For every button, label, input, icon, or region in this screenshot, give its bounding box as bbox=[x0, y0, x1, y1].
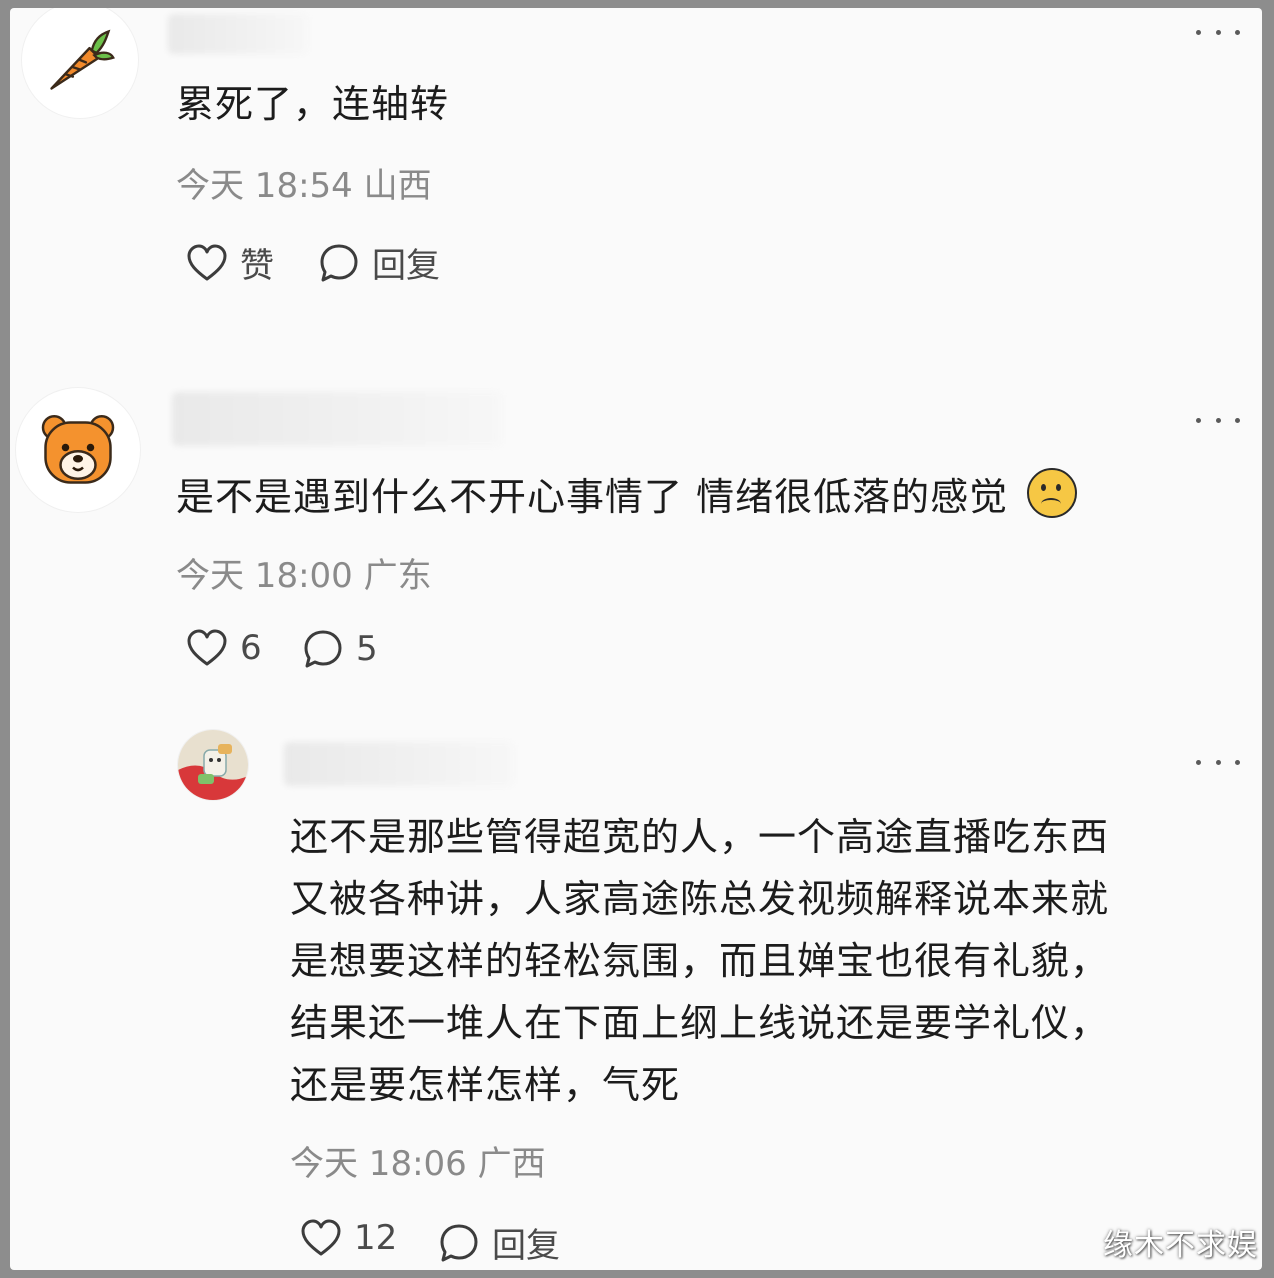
avatar[interactable] bbox=[178, 730, 248, 800]
comment-text-body: 是不是遇到什么不开心事情了 情绪很低落的感觉 bbox=[176, 475, 1009, 519]
comment-text-line: 还是要怎样怎样，气死 bbox=[290, 1063, 681, 1107]
comment-text: 还不是那些管得超宽的人，一个高途直播吃东西 又被各种讲，人家高途陈总发视频解释说… bbox=[290, 806, 1109, 1116]
more-options-icon[interactable] bbox=[1196, 752, 1240, 772]
like-button[interactable]: 12 bbox=[300, 1218, 397, 1258]
comment-thread: 累死了，连轴转 今天 18:54 山西 赞 回复 是不是遇到什么不开心事情了 情… bbox=[10, 8, 1262, 1270]
sad-face-icon bbox=[1027, 468, 1078, 518]
reply-button[interactable]: 回复 bbox=[438, 1218, 560, 1267]
comment-text-line: 结果还一堆人在下面上纲上线说还是要学礼仪， bbox=[290, 1001, 1110, 1045]
comment-text: 是不是遇到什么不开心事情了 情绪很低落的感觉 bbox=[176, 468, 1078, 525]
more-options-icon[interactable] bbox=[1196, 22, 1240, 42]
like-button[interactable]: 6 bbox=[186, 628, 262, 668]
comment-meta: 今天 18:00 广东 bbox=[176, 556, 432, 596]
reply-button[interactable]: 回复 bbox=[318, 238, 440, 287]
heart-icon bbox=[187, 244, 227, 280]
comment-text-line: 又被各种讲，人家高途陈总发视频解释说本来就 bbox=[290, 877, 1110, 921]
comment-text-line: 还不是那些管得超宽的人，一个高途直播吃东西 bbox=[290, 815, 1110, 859]
speech-bubble-icon bbox=[304, 630, 342, 668]
heart-icon bbox=[301, 1219, 341, 1256]
comment-text: 累死了，连轴转 bbox=[176, 82, 450, 126]
reply-label: 回复 bbox=[492, 1226, 560, 1266]
speech-bubble-icon bbox=[320, 244, 358, 281]
like-label: 赞 bbox=[240, 246, 274, 286]
more-options-icon[interactable] bbox=[1196, 410, 1240, 430]
like-count: 6 bbox=[240, 628, 262, 668]
username-blurred[interactable] bbox=[168, 14, 308, 54]
username-blurred[interactable] bbox=[284, 742, 514, 786]
user-photo-icon bbox=[178, 730, 248, 800]
carrot-icon bbox=[50, 29, 115, 90]
comment-meta: 今天 18:54 山西 bbox=[176, 166, 432, 206]
reply-label: 回复 bbox=[372, 246, 440, 286]
avatar[interactable] bbox=[16, 388, 140, 512]
comment-text-line: 是想要这样的轻松氛围，而且婵宝也很有礼貌， bbox=[290, 939, 1110, 983]
comment-meta: 今天 18:06 广西 bbox=[290, 1144, 546, 1184]
reply-count: 5 bbox=[356, 629, 378, 669]
like-count: 12 bbox=[354, 1218, 398, 1258]
avatar[interactable] bbox=[22, 8, 138, 118]
bear-icon bbox=[41, 415, 115, 484]
watermark: 缘木不求娱 bbox=[1103, 1228, 1258, 1263]
username-blurred[interactable] bbox=[172, 392, 502, 446]
speech-bubble-icon bbox=[440, 1224, 478, 1261]
heart-icon bbox=[187, 629, 227, 666]
reply-button[interactable]: 5 bbox=[302, 628, 378, 670]
like-button[interactable]: 赞 bbox=[186, 238, 274, 287]
